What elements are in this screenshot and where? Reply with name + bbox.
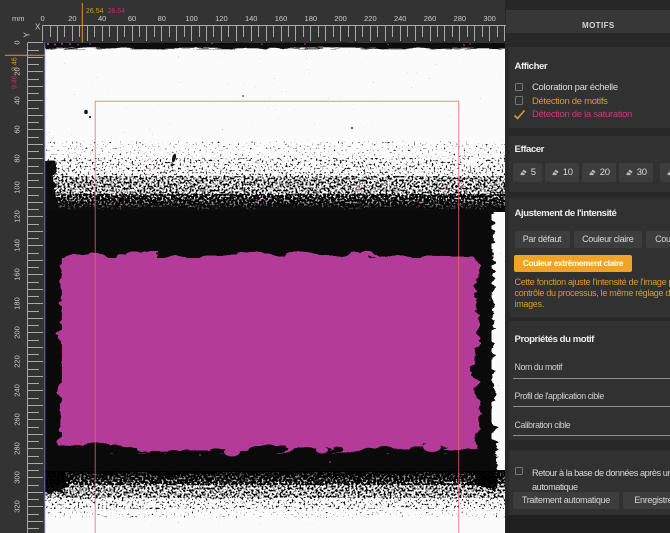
svg-text:120: 120 [13,210,22,223]
svg-text:0: 0 [13,40,22,44]
svg-text:0: 0 [41,14,45,23]
svg-text:220: 220 [364,14,377,23]
svg-text:20: 20 [68,14,76,23]
svg-text:160: 160 [13,268,22,281]
svg-text:280: 280 [454,14,467,23]
svg-text:40: 40 [98,14,106,23]
svg-text:100: 100 [185,14,198,23]
svg-text:26.54: 26.54 [108,8,126,15]
svg-text:260: 260 [424,14,437,23]
svg-text:9.46: 9.46 [12,57,19,71]
svg-text:100: 100 [13,181,22,194]
svg-text:40: 40 [13,96,22,104]
svg-text:mm: mm [12,14,25,23]
svg-text:X: X [35,23,41,32]
svg-text:300: 300 [13,471,22,484]
svg-text:240: 240 [13,384,22,397]
svg-text:26.54: 26.54 [86,8,104,15]
svg-text:260: 260 [13,413,22,426]
svg-text:240: 240 [394,14,407,23]
svg-text:80: 80 [13,154,22,162]
svg-text:180: 180 [13,297,22,310]
svg-text:120: 120 [215,14,228,23]
svg-text:Y: Y [23,32,32,38]
svg-text:140: 140 [13,239,22,252]
svg-text:280: 280 [13,442,22,455]
svg-text:140: 140 [245,14,258,23]
svg-text:80: 80 [158,14,166,23]
svg-text:60: 60 [13,125,22,133]
svg-text:160: 160 [275,14,288,23]
svg-text:180: 180 [305,14,318,23]
svg-text:300: 300 [483,14,496,23]
svg-text:9.46: 9.46 [12,75,19,89]
svg-text:60: 60 [128,14,136,23]
svg-text:200: 200 [13,326,22,339]
svg-text:320: 320 [13,500,22,513]
svg-text:200: 200 [334,14,347,23]
svg-text:220: 220 [13,355,22,368]
